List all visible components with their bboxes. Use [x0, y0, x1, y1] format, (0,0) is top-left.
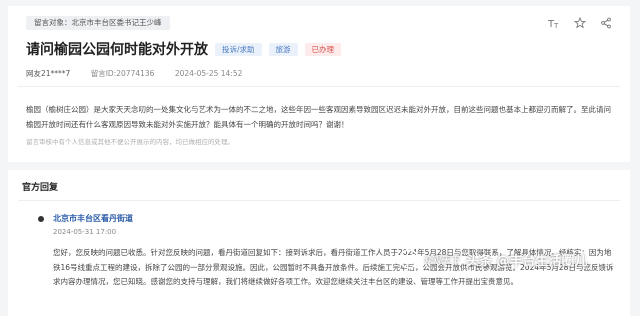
- reply-section-title: 官方回复: [22, 183, 59, 193]
- topic-badge[interactable]: 旅游: [268, 42, 298, 56]
- divider: [18, 86, 620, 87]
- status-badge: 已办理: [304, 42, 342, 56]
- message-meta: 网友21****7 留言ID:20774136 2024-05-25 14:52: [26, 68, 260, 79]
- star-icon[interactable]: [572, 15, 588, 31]
- author-name: 网友21****7: [26, 69, 71, 78]
- privacy-note: 留言审核中有个人信息或其他不便公开展示的内容，均已做相应的处理。: [26, 138, 234, 146]
- reply-bullet-icon: [38, 216, 44, 222]
- message-datetime: 2024-05-25 14:52: [174, 69, 243, 78]
- recipient-tag: 留言对象：北京市丰台区委书记王少峰: [26, 16, 170, 30]
- watermark-text: 头条 @丰台生活圈儿: [466, 253, 588, 269]
- watermark-source: 众观天下: [424, 255, 461, 266]
- reply-department: 北京市丰台区看丹街道: [53, 214, 133, 223]
- watermark: 众观天下 头条 @丰台生活圈儿: [398, 248, 588, 270]
- message-card: 留言对象：北京市丰台区委书记王少峰 TT 请问榆园公园何时能对外开放 投诉/求助…: [8, 6, 630, 162]
- divider: [18, 200, 620, 201]
- reply-date: 2024-05-31 17:00: [53, 228, 117, 236]
- message-id: 留言ID:20774136: [90, 69, 155, 78]
- category-badge[interactable]: 投诉/求助: [215, 42, 262, 56]
- reply-card: 官方回复 北京市丰台区看丹街道 2024-05-31 17:00 您好，您反映的…: [8, 170, 630, 316]
- share-icon[interactable]: [598, 15, 614, 31]
- toolbar: TT: [536, 15, 614, 31]
- svg-text:T: T: [553, 22, 559, 29]
- message-body: 榆园（榆树庄公园）是大家天天念叨的一处集文化与艺术为一体的不二之地，这些年因一些…: [26, 105, 611, 129]
- page-title: 请问榆园公园何时能对外开放: [26, 42, 208, 58]
- watermark-logo-icon: [399, 249, 419, 269]
- title-row: 请问榆园公园何时能对外开放 投诉/求助 旅游 已办理: [26, 39, 342, 59]
- font-size-icon[interactable]: TT: [546, 15, 562, 31]
